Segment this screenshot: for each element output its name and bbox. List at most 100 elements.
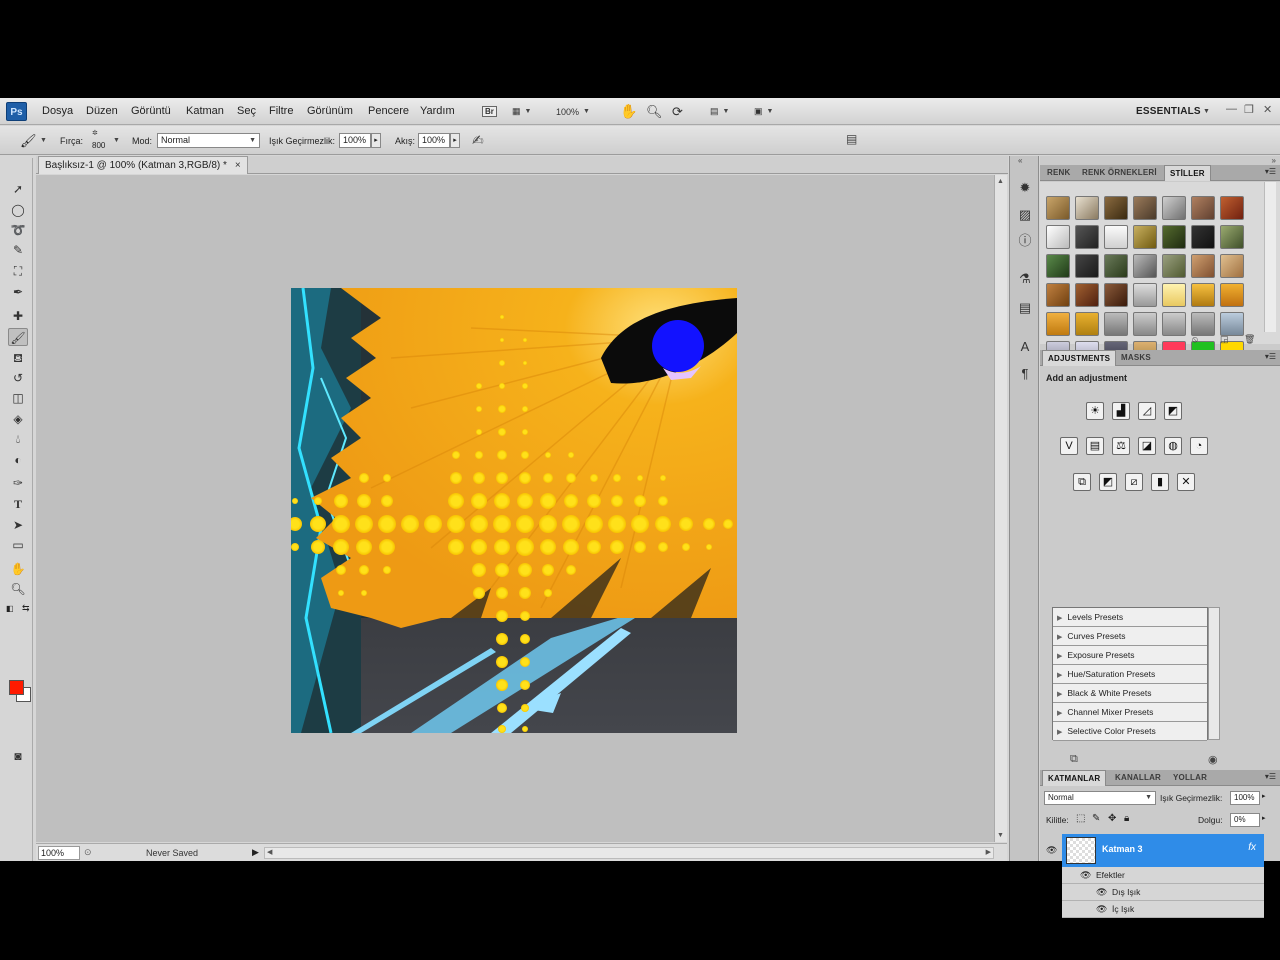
style-swatch[interactable] — [1133, 254, 1157, 278]
tab-masks[interactable]: MASKS — [1116, 352, 1156, 363]
flow-slider-arrow[interactable]: ▸ — [450, 133, 460, 148]
black-white-icon[interactable]: ◪ — [1138, 437, 1156, 455]
menu-layer[interactable]: Katman — [186, 105, 224, 117]
hand-tool-button[interactable]: ✋ — [620, 103, 637, 120]
workspace-switcher[interactable]: ESSENTIALS — [1136, 106, 1201, 117]
effect-eye-icon[interactable]: 👁︎ — [1096, 884, 1107, 900]
zoom-tool-icon[interactable]: 🔍︎ — [8, 580, 28, 598]
info-panel-icon[interactable]: ⓘ — [1016, 232, 1034, 250]
photo-filter-icon[interactable]: ◍ — [1164, 437, 1182, 455]
canvas-vertical-scrollbar[interactable]: ▲ ▼ — [994, 175, 1007, 842]
preset-channel-mixer[interactable]: ▶ Channel Mixer Presets — [1053, 703, 1207, 722]
dodge-tool-icon[interactable]: ◐ — [8, 451, 28, 469]
pen-tool-icon[interactable]: ✑ — [8, 474, 28, 492]
style-swatch[interactable] — [1046, 196, 1070, 220]
crop-tool-icon[interactable]: ⛶ — [8, 262, 28, 280]
style-swatch[interactable] — [1046, 254, 1070, 278]
style-swatch[interactable] — [1104, 196, 1128, 220]
style-swatch[interactable] — [1075, 283, 1099, 307]
exposure-icon[interactable]: ◩ — [1164, 402, 1182, 420]
opacity-field[interactable]: 100% — [339, 133, 371, 148]
zoom-level-dropdown[interactable]: 100% ▼ — [556, 103, 590, 120]
brush-size-value[interactable]: 800 — [92, 141, 105, 150]
swap-colors-icon[interactable]: ⇆ — [22, 603, 30, 614]
lasso-tool-icon[interactable]: ➰ — [8, 221, 28, 239]
actions-panel-icon[interactable]: ▤ — [1016, 299, 1034, 317]
preset-exposure[interactable]: ▶ Exposure Presets — [1053, 646, 1207, 665]
rotate-view-button[interactable]: ⟳ — [672, 103, 683, 120]
brush-tool-preset-icon[interactable]: 🖌︎ — [20, 133, 37, 149]
blend-mode-dropdown[interactable]: Normal ▼ — [1044, 791, 1156, 805]
preset-curves[interactable]: ▶ Curves Presets — [1053, 627, 1207, 646]
status-zoom-field[interactable]: 100% — [38, 846, 80, 860]
view-extras-button[interactable]: ▦ ▼ — [512, 103, 531, 120]
style-swatch[interactable] — [1220, 283, 1244, 307]
clone-stamp-tool-icon[interactable]: ⛾ — [8, 349, 28, 367]
gradient-map-icon[interactable]: ▮ — [1151, 473, 1169, 491]
style-swatch[interactable] — [1191, 283, 1215, 307]
canvas-horizontal-scrollbar[interactable]: ◀ ▶ — [264, 847, 994, 859]
fill-field[interactable]: 0% — [1230, 813, 1260, 827]
path-selection-tool-icon[interactable]: ➤ — [8, 516, 28, 534]
style-swatch[interactable] — [1162, 254, 1186, 278]
quick-mask-icon[interactable]: ◙ — [8, 747, 28, 765]
menu-window[interactable]: Pencere — [368, 105, 409, 117]
tab-layers[interactable]: KATMANLAR — [1042, 770, 1107, 786]
status-info-icon[interactable]: ⊙ — [84, 847, 92, 858]
style-swatch[interactable] — [1191, 312, 1215, 336]
bridge-button[interactable]: Br — [482, 103, 497, 120]
adjustments-menu-icon[interactable]: ▾☰ — [1265, 352, 1276, 361]
panels-collapse-icon[interactable]: » — [1272, 156, 1276, 165]
tab-paths[interactable]: YOLLAR — [1168, 772, 1212, 783]
style-swatch[interactable] — [1162, 225, 1186, 249]
preset-levels[interactable]: ▶ Levels Presets — [1053, 608, 1207, 627]
layer-visibility-eye-icon[interactable]: 👁︎ — [1046, 845, 1057, 856]
style-swatch[interactable] — [1046, 283, 1070, 307]
brush-picker-caret-icon[interactable]: ▼ — [113, 137, 120, 144]
history-brush-tool-icon[interactable]: ↺ — [8, 369, 28, 387]
dock-collapse-icon[interactable]: « — [1018, 156, 1022, 165]
menu-help[interactable]: Yardım — [420, 105, 455, 117]
style-swatch[interactable] — [1046, 312, 1070, 336]
style-swatch[interactable] — [1133, 312, 1157, 336]
character-panel-icon[interactable]: A — [1016, 338, 1034, 356]
workspace-caret-icon[interactable]: ▼ — [1203, 108, 1210, 115]
scroll-right-icon[interactable]: ▶ — [986, 848, 991, 856]
style-swatch[interactable] — [1162, 283, 1186, 307]
vibrance-icon[interactable]: V — [1060, 437, 1078, 455]
style-swatch[interactable] — [1075, 254, 1099, 278]
invert-icon[interactable]: ⧉ — [1073, 473, 1091, 491]
style-swatch[interactable] — [1220, 225, 1244, 249]
style-swatch[interactable] — [1104, 312, 1128, 336]
layer-fx-icon[interactable]: fx — [1248, 842, 1256, 853]
minimize-icon[interactable]: — — [1226, 103, 1237, 115]
style-swatch[interactable] — [1191, 254, 1215, 278]
tool-preset-caret-icon[interactable]: ▼ — [40, 137, 47, 144]
style-swatch[interactable] — [1162, 312, 1186, 336]
style-swatch[interactable] — [1104, 283, 1128, 307]
screen-mode-button[interactable]: ▣ ▼ — [754, 103, 773, 120]
close-window-icon[interactable]: ✕ — [1263, 103, 1272, 116]
rectangle-tool-icon[interactable]: ▭ — [8, 536, 28, 554]
scroll-up-icon[interactable]: ▲ — [997, 178, 1004, 185]
brush-tool-icon[interactable]: 🖌︎ — [8, 328, 28, 346]
posterize-icon[interactable]: ◩ — [1099, 473, 1117, 491]
paragraph-panel-icon[interactable]: ¶ — [1016, 365, 1034, 383]
type-tool-icon[interactable]: T — [8, 495, 28, 513]
lock-pixels-icon[interactable]: ✎ — [1092, 813, 1100, 824]
eyedropper-tool-icon[interactable]: ✒ — [8, 283, 28, 301]
style-swatch[interactable] — [1104, 254, 1128, 278]
levels-icon[interactable]: ▟ — [1112, 402, 1130, 420]
preset-black-white[interactable]: ▶ Black & White Presets — [1053, 684, 1207, 703]
preset-hue-saturation[interactable]: ▶ Hue/Saturation Presets — [1053, 665, 1207, 684]
healing-brush-tool-icon[interactable]: ✚ — [8, 307, 28, 325]
channel-mixer-icon[interactable]: ◔ — [1190, 437, 1208, 455]
style-swatch[interactable] — [1133, 225, 1157, 249]
brightness-contrast-icon[interactable]: ☀ — [1086, 402, 1104, 420]
styles-scrollbar[interactable] — [1264, 182, 1276, 332]
move-tool-icon[interactable]: ➚ — [8, 180, 28, 198]
flow-field[interactable]: 100% — [418, 133, 450, 148]
style-swatch[interactable] — [1133, 283, 1157, 307]
zoom-tool-button[interactable]: 🔍︎ — [646, 103, 663, 120]
lock-position-icon[interactable]: ✥ — [1108, 813, 1116, 824]
